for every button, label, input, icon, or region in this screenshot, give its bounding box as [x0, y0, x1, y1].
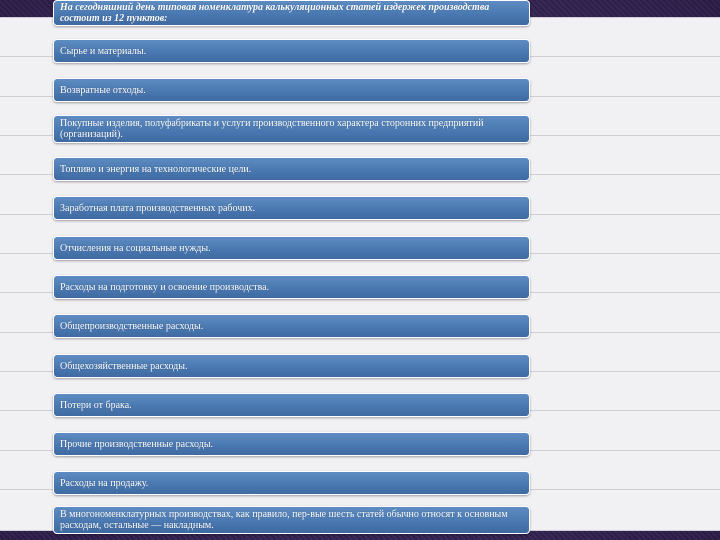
list-item: В многономенклатурных производствах, как… [53, 506, 530, 534]
list-item-text: Общехозяйственные расходы. [60, 360, 188, 372]
list-item: Возвратные отходы. [53, 78, 530, 102]
list-item-text: Заработная плата производственных рабочи… [60, 202, 256, 214]
list-item-text: В многономенклатурных производствах, как… [60, 509, 508, 531]
list-item: Общехозяйственные расходы. [53, 354, 530, 378]
list-item: Потери от брака. [53, 393, 530, 417]
list-item-text: Топливо и энергия на технологические цел… [60, 163, 252, 175]
list-item-text: Возвратные отходы. [60, 84, 146, 96]
list-item-text: Потери от брака. [60, 399, 132, 411]
list-title-text: На сегодняшний день типовая номенклатура… [60, 2, 490, 24]
list-title: На сегодняшний день типовая номенклатура… [53, 0, 530, 26]
list-item-text: Отчисления на социальные нужды. [60, 242, 211, 254]
list-item: Топливо и энергия на технологические цел… [53, 157, 530, 181]
list-item-text: Сырье и материалы. [60, 45, 147, 57]
list-item-text: Расходы на подготовку и освоение произво… [60, 281, 270, 293]
list-item-text: Прочие производственные расходы. [60, 438, 214, 450]
slide: На сегодняшний день типовая номенклатура… [0, 0, 720, 540]
list-item-text: Общепроизводственные расходы. [60, 320, 204, 332]
list-item: Общепроизводственные расходы. [53, 314, 530, 338]
list-item-text: Покупные изделия, полуфабрикаты и услуги… [60, 118, 484, 140]
list-item: Отчисления на социальные нужды. [53, 236, 530, 260]
list-item: Покупные изделия, полуфабрикаты и услуги… [53, 115, 530, 143]
list-item: Заработная плата производственных рабочи… [53, 196, 530, 220]
list-item: Сырье и материалы. [53, 39, 530, 63]
list-item-text: Расходы на продажу. [60, 477, 149, 489]
list-item: Расходы на подготовку и освоение произво… [53, 275, 530, 299]
list-item: Расходы на продажу. [53, 471, 530, 495]
list-item: Прочие производственные расходы. [53, 432, 530, 456]
